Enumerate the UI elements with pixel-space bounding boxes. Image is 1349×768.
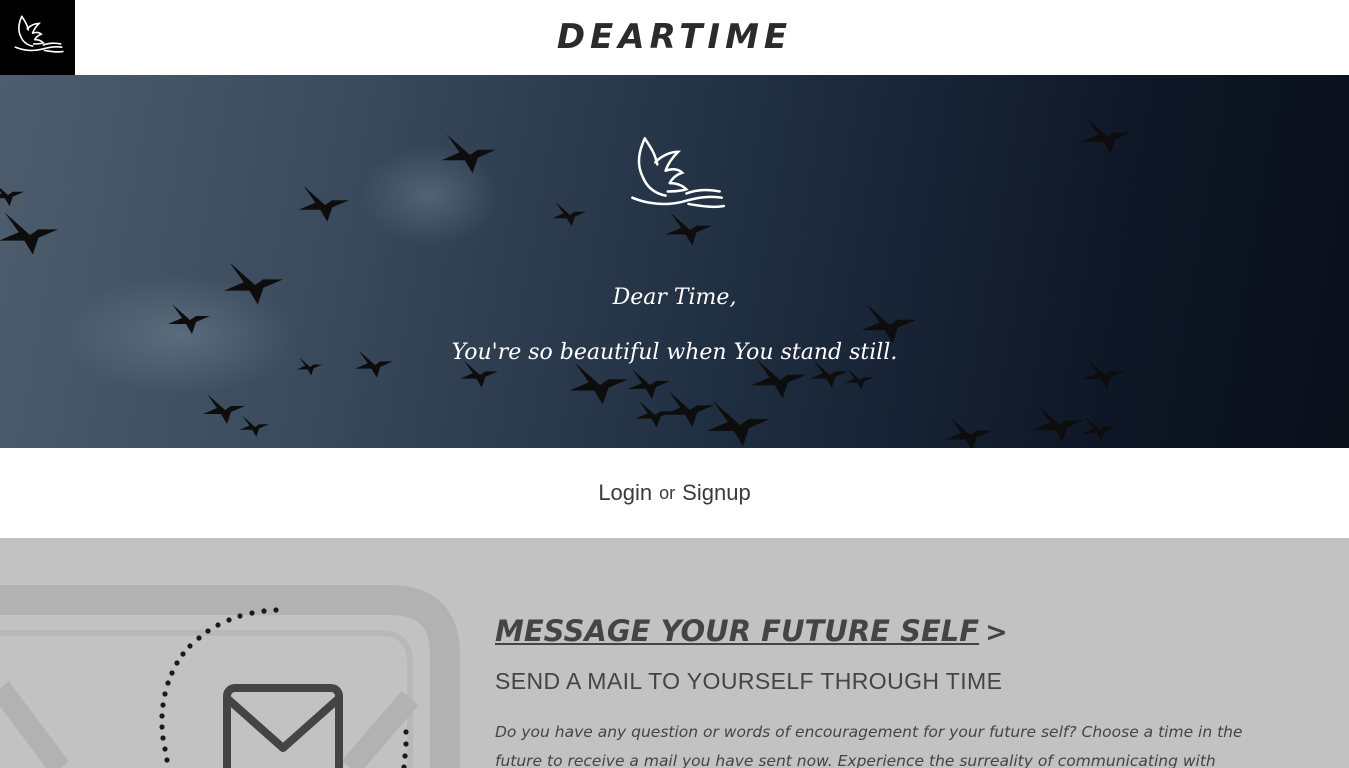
auth-or-text: or [659,482,676,503]
chevron-right-icon[interactable]: > [985,617,1008,648]
hero-banner: Dear Time, You're so beautiful when You … [0,75,1349,448]
auth-row: Login or Signup [0,448,1349,538]
envelope-illustration [0,585,460,768]
site-title: DEARTIME [556,17,793,57]
feature-subtitle: SEND A MAIL TO YOURSELF THROUGH TIME [495,668,1003,694]
envelope-icon [223,684,343,768]
site-header: DEARTIME [0,0,1349,75]
dove-icon [631,137,726,209]
signup-link[interactable]: Signup [682,480,751,506]
hero-background-birds [0,117,1132,448]
feature-title-link[interactable]: MESSAGE YOUR FUTURE SELF [495,614,979,648]
feature-description: Do you have any question or words of enc… [495,723,1243,768]
login-link[interactable]: Login [598,480,652,506]
hero-greeting: Dear Time, [612,285,737,310]
hero-tagline: You're so beautiful when You stand still… [451,340,898,365]
feature-section: MESSAGE YOUR FUTURE SELF > SEND A MAIL TO… [0,538,1349,768]
feature-title-row: MESSAGE YOUR FUTURE SELF > [495,614,1008,648]
